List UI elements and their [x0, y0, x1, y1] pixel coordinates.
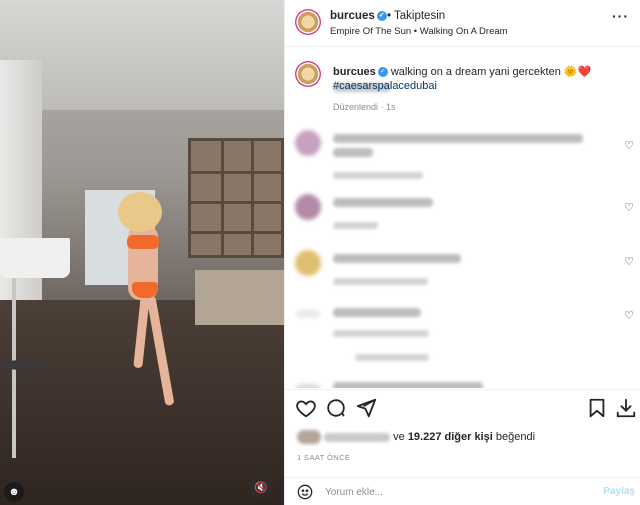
comment-meta-redacted [333, 330, 429, 337]
comment-item [285, 378, 640, 388]
caption-author-avatar[interactable] [295, 61, 321, 87]
author-avatar[interactable] [295, 9, 321, 35]
comment-list[interactable]: ♡ ♡ ♡ ♡ [285, 120, 640, 388]
media-side-table [0, 360, 46, 370]
comment-meta-redacted [333, 172, 423, 179]
commenter-avatar[interactable] [295, 130, 321, 156]
media-person-bottom [132, 282, 158, 298]
media-shelf [188, 138, 284, 258]
mute-icon[interactable]: 🔇 [250, 477, 272, 499]
media-person-top [127, 235, 159, 249]
comment-text-redacted [333, 382, 483, 388]
post-comment-button[interactable]: Paylaş [603, 486, 635, 497]
caption-text: walking on a dream yani gercekten 🌞❤️ [390, 66, 592, 78]
comment-item: ♡ [285, 244, 640, 298]
likes-suffix: beğendi [495, 430, 536, 443]
comment-like-heart-icon[interactable]: ♡ [623, 256, 635, 268]
comment-like-heart-icon[interactable]: ♡ [623, 202, 635, 214]
comment-item: ♡ [285, 188, 640, 242]
commenter-avatar[interactable] [295, 194, 321, 220]
bookmark-icon[interactable] [586, 397, 610, 421]
comment-text-redacted [333, 198, 433, 207]
comment-meta-redacted [333, 222, 378, 229]
comment-text-redacted [333, 254, 461, 263]
comment-icon[interactable] [325, 397, 349, 421]
post-actions: ve 19.227 diğer kişi beğendi 1 SAAT ÖNCE [285, 389, 640, 477]
comment-text-redacted [333, 148, 373, 157]
comment-text-redacted [333, 134, 583, 143]
download-icon[interactable] [615, 397, 639, 421]
comment-meta-redacted [333, 278, 428, 285]
comment-like-heart-icon[interactable]: ♡ [623, 140, 635, 152]
post-header: burcues ✓ • Takiptesin Empire Of The Sun … [285, 0, 640, 47]
like-heart-icon[interactable] [295, 397, 319, 421]
verified-badge-icon: ✓ [376, 10, 387, 21]
tagged-user-icon[interactable]: ☻ [4, 482, 24, 502]
author-username[interactable]: burcues ✓ [330, 10, 387, 22]
comment-item: ♡ [285, 298, 640, 361]
media-lamp [0, 238, 70, 278]
caption-hashtag[interactable]: #caesarspalacedubai [333, 80, 437, 92]
media-ceiling [0, 0, 284, 110]
send-icon[interactable] [355, 397, 379, 421]
comment-item: ♡ [285, 124, 640, 179]
comment-input[interactable] [325, 484, 585, 500]
verified-badge-icon: ✓ [377, 67, 388, 78]
comment-meta-redacted [355, 354, 429, 361]
likes-count[interactable]: 19.227 diğer kişi [408, 431, 493, 443]
add-comment-bar: Paylaş [285, 477, 640, 505]
likes-prefix: ve [393, 430, 405, 443]
media-cabinet [195, 270, 284, 325]
more-options-icon[interactable]: ··· [612, 8, 629, 24]
commenter-avatar[interactable] [295, 250, 321, 276]
media-person-hair [118, 192, 162, 232]
post-media[interactable]: ☻ 🔇 [0, 0, 284, 505]
liker-name-redacted[interactable] [324, 432, 391, 442]
post-details-panel: burcues ✓ • Takiptesin Empire Of The Sun … [284, 0, 640, 505]
commenter-avatar[interactable] [295, 384, 321, 388]
post-timestamp[interactable]: 1 SAAT ÖNCE [297, 453, 350, 462]
follow-status[interactable]: • Takiptesin [387, 10, 445, 22]
likes-summary: ve 19.227 diğer kişi beğendi [297, 430, 535, 444]
commenter-avatar[interactable] [295, 310, 321, 318]
liker-avatars[interactable] [297, 430, 321, 444]
caption-edited-time: Düzenlendi · 1s [333, 102, 396, 112]
audio-track[interactable]: Empire Of The Sun • Walking On A Dream [330, 26, 508, 37]
author-username-text[interactable]: burcues [330, 10, 375, 22]
emoji-icon[interactable] [297, 484, 313, 500]
comment-text-redacted [333, 308, 421, 317]
comment-like-heart-icon[interactable]: ♡ [623, 310, 635, 322]
caption-username[interactable]: burcues [333, 66, 376, 78]
